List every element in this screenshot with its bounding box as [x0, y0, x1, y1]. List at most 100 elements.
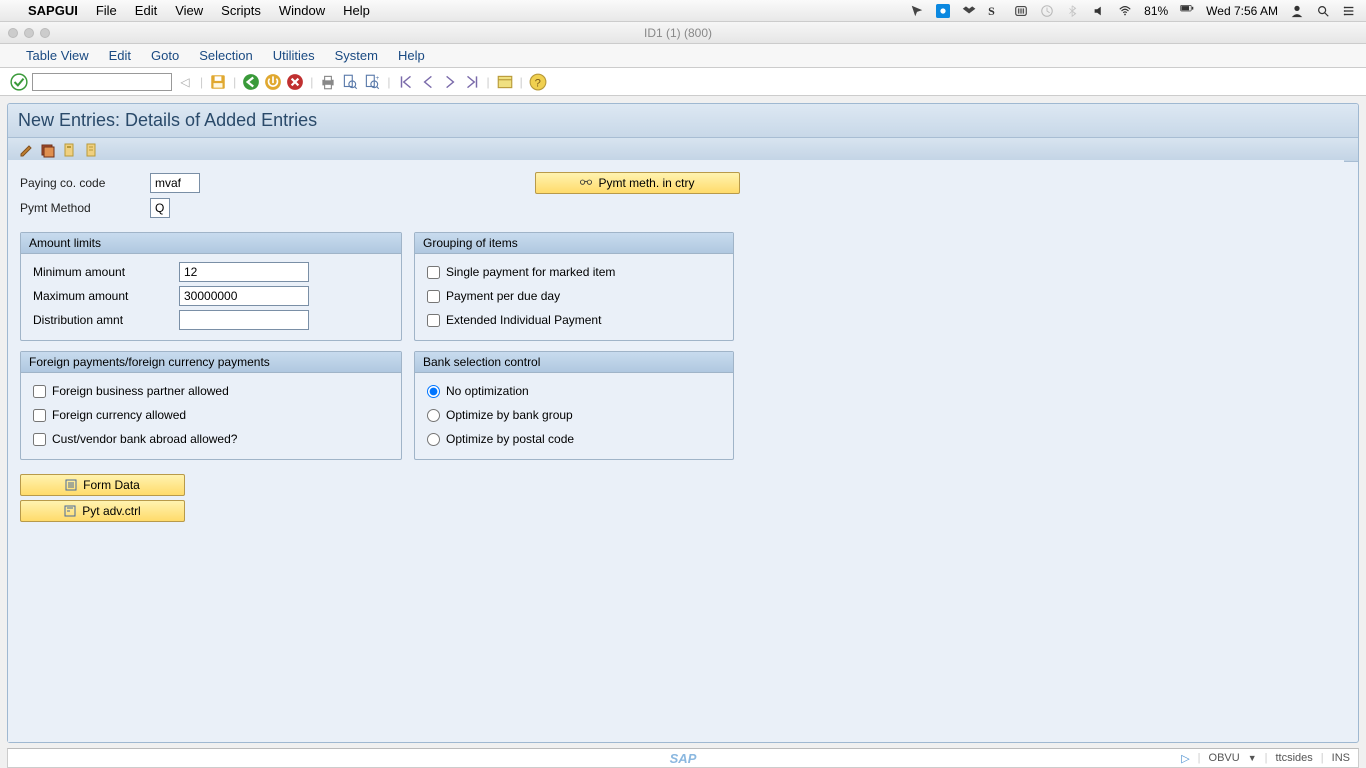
- mac-menu-view[interactable]: View: [175, 3, 203, 18]
- firstpage-icon[interactable]: [397, 73, 415, 91]
- dist-amnt-field[interactable]: [179, 310, 309, 330]
- screen-area: New Entries: Details of Added Entries Pa…: [7, 103, 1359, 743]
- save-icon[interactable]: [209, 73, 227, 91]
- change-icon[interactable]: [18, 142, 34, 158]
- amount-limits-title: Amount limits: [21, 233, 401, 254]
- sap-menu-selection[interactable]: Selection: [199, 48, 252, 63]
- sap-menu-goto[interactable]: Goto: [151, 48, 179, 63]
- user-icon[interactable]: [1290, 4, 1304, 18]
- sap-menu-tableview[interactable]: Table View: [26, 48, 89, 63]
- amount-limits-group: Amount limits Minimum amount Maximum amo…: [20, 232, 402, 341]
- s-icon[interactable]: S: [988, 4, 1002, 18]
- back-green-icon[interactable]: [242, 73, 260, 91]
- payment-per-due-checkbox[interactable]: [427, 290, 440, 303]
- status-dropdown-icon[interactable]: ▼: [1248, 753, 1257, 763]
- exit-icon[interactable]: [264, 73, 282, 91]
- svg-text:?: ?: [534, 77, 540, 89]
- foreign-partner-label: Foreign business partner allowed: [52, 384, 229, 398]
- app-toolbar: [8, 138, 1358, 162]
- statusbar: SAP ▷ | OBVU ▼ | ttcsides | INS: [7, 748, 1359, 768]
- volume-icon[interactable]: [1092, 4, 1106, 18]
- pymt-method-label: Pymt Method: [20, 201, 150, 215]
- sap-menu-edit[interactable]: Edit: [109, 48, 131, 63]
- spotlight-icon[interactable]: [1316, 4, 1330, 18]
- battery-pct: 81%: [1144, 4, 1168, 18]
- sap-toolbar: ◁ | | | + | | | ?: [0, 68, 1366, 96]
- cust-vendor-abroad-label: Cust/vendor bank abroad allowed?: [52, 432, 237, 446]
- dropbox-icon[interactable]: [962, 4, 976, 18]
- cancel-icon[interactable]: [286, 73, 304, 91]
- clock[interactable]: Wed 7:56 AM: [1206, 4, 1278, 18]
- optimize-postal-label: Optimize by postal code: [446, 432, 574, 446]
- max-traffic[interactable]: [40, 28, 50, 38]
- foreign-currency-label: Foreign currency allowed: [52, 408, 186, 422]
- help-icon[interactable]: ?: [529, 73, 547, 91]
- sap-menu-system[interactable]: System: [335, 48, 378, 63]
- cust-vendor-abroad-checkbox[interactable]: [33, 433, 46, 446]
- wifi-icon[interactable]: [1118, 4, 1132, 18]
- mac-menu-scripts[interactable]: Scripts: [221, 3, 261, 18]
- teamviewer-icon[interactable]: [936, 4, 950, 18]
- paying-co-code-label: Paying co. code: [20, 176, 150, 190]
- max-amount-label: Maximum amount: [33, 289, 173, 303]
- paying-co-code-field[interactable]: [150, 173, 200, 193]
- min-amount-label: Minimum amount: [33, 265, 173, 279]
- foreign-payments-group: Foreign payments/foreign currency paymen…: [20, 351, 402, 460]
- min-amount-field[interactable]: [179, 262, 309, 282]
- nextpage-icon[interactable]: [441, 73, 459, 91]
- other-entry-icon[interactable]: [40, 142, 56, 158]
- findnext-icon[interactable]: +: [363, 73, 381, 91]
- find-icon[interactable]: [341, 73, 359, 91]
- bluetooth-icon[interactable]: [1066, 4, 1080, 18]
- status-more-icon[interactable]: ▷: [1181, 752, 1189, 765]
- status-user: ttcsides: [1276, 752, 1313, 764]
- lastpage-icon[interactable]: [463, 73, 481, 91]
- mac-menu-edit[interactable]: Edit: [135, 3, 157, 18]
- app-name[interactable]: SAPGUI: [28, 3, 78, 18]
- form-data-button[interactable]: Form Data: [20, 474, 185, 496]
- single-payment-checkbox[interactable]: [427, 266, 440, 279]
- pyt-adv-ctrl-button[interactable]: Pyt adv.ctrl: [20, 500, 185, 522]
- sap-menu-utilities[interactable]: Utilities: [273, 48, 315, 63]
- pymt-meth-in-ctry-button[interactable]: Pymt meth. in ctry: [535, 172, 740, 194]
- form-icon: [65, 479, 77, 491]
- battery-icon[interactable]: [1180, 4, 1194, 18]
- extended-payment-label: Extended Individual Payment: [446, 313, 601, 327]
- location-icon[interactable]: [910, 4, 924, 18]
- grouping-items-group: Grouping of items Single payment for mar…: [414, 232, 734, 341]
- variable-list-icon[interactable]: [84, 142, 100, 158]
- min-traffic[interactable]: [24, 28, 34, 38]
- close-traffic[interactable]: [8, 28, 18, 38]
- print-icon[interactable]: [319, 73, 337, 91]
- optimize-postal-radio[interactable]: [427, 433, 440, 446]
- mac-menu-window[interactable]: Window: [279, 3, 325, 18]
- status-mode: INS: [1332, 752, 1350, 764]
- pymt-method-field[interactable]: [150, 198, 170, 218]
- notifications-icon[interactable]: [1342, 4, 1356, 18]
- single-payment-label: Single payment for marked item: [446, 265, 615, 279]
- window-titlebar: ID1 (1) (800): [0, 22, 1366, 44]
- delimit-icon[interactable]: [62, 142, 78, 158]
- foreign-partner-checkbox[interactable]: [33, 385, 46, 398]
- foreign-title: Foreign payments/foreign currency paymen…: [21, 352, 401, 373]
- max-amount-field[interactable]: [179, 286, 309, 306]
- command-field[interactable]: [32, 73, 172, 91]
- optimize-bank-group-label: Optimize by bank group: [446, 408, 573, 422]
- prevpage-icon[interactable]: [419, 73, 437, 91]
- mac-menu-help[interactable]: Help: [343, 3, 370, 18]
- mac-menu-file[interactable]: File: [96, 3, 117, 18]
- window-title: ID1 (1) (800): [50, 26, 1306, 40]
- foreign-currency-checkbox[interactable]: [33, 409, 46, 422]
- extended-payment-checkbox[interactable]: [427, 314, 440, 327]
- no-optimization-radio[interactable]: [427, 385, 440, 398]
- newsession-icon[interactable]: [496, 73, 514, 91]
- enter-icon[interactable]: [10, 73, 28, 91]
- content-area: Paying co. code Pymt meth. in ctry Pymt …: [8, 160, 1344, 742]
- dist-amnt-label: Distribution amnt: [33, 313, 173, 327]
- optimize-bank-group-radio[interactable]: [427, 409, 440, 422]
- grouping-title: Grouping of items: [415, 233, 733, 254]
- barcode-icon[interactable]: [1014, 4, 1028, 18]
- sap-menu-help[interactable]: Help: [398, 48, 425, 63]
- back-icon[interactable]: ◁: [176, 73, 194, 91]
- timemachine-icon[interactable]: [1040, 4, 1054, 18]
